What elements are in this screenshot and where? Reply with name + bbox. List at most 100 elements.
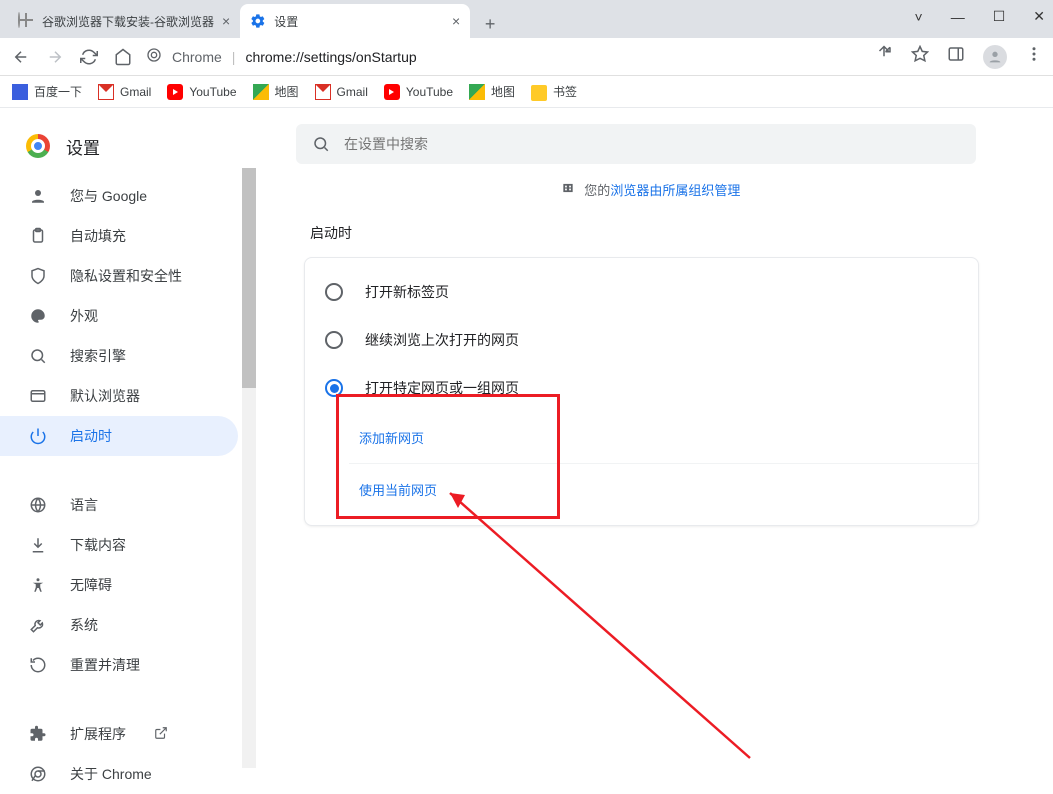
sidebar-item-label: 默认浏览器 — [70, 386, 140, 406]
globe-icon — [18, 13, 34, 29]
power-icon — [28, 427, 48, 445]
settings-main-content: 您的浏览器由所属组织管理 启动时 打开新标签页 继续浏览上次打开的网页 打开特定… — [256, 108, 1053, 768]
sidebar-item-label: 外观 — [70, 306, 98, 326]
gmail-icon — [315, 84, 331, 100]
window-close-button[interactable]: ✕ — [1033, 8, 1045, 25]
sidebar-item-privacy[interactable]: 隐私设置和安全性 — [0, 256, 238, 296]
sidebar-item-search-engine[interactable]: 搜索引擎 — [0, 336, 238, 376]
bookmark-item[interactable]: YouTube — [167, 84, 236, 100]
sidebar-item-system[interactable]: 系统 — [0, 605, 238, 645]
maps-icon — [253, 84, 269, 100]
download-icon — [28, 536, 48, 554]
gmail-icon — [98, 84, 114, 100]
radio-option-specific-pages[interactable]: 打开特定网页或一组网页 — [305, 364, 978, 412]
sidebar-item-label: 关于 Chrome — [70, 764, 152, 784]
window-minimize-button[interactable]: — — [951, 9, 965, 25]
add-new-page-link[interactable]: 添加新网页 — [349, 412, 978, 463]
back-button[interactable] — [10, 46, 32, 68]
bookmark-item[interactable]: 地图 — [253, 83, 299, 100]
radio-label: 继续浏览上次打开的网页 — [365, 330, 519, 350]
browser-tab[interactable]: 谷歌浏览器下载安装-谷歌浏览器 × — [8, 4, 240, 38]
bookmarks-bar: 百度一下 Gmail YouTube 地图 Gmail YouTube 地图 书… — [0, 76, 1053, 108]
radio-option-continue[interactable]: 继续浏览上次打开的网页 — [305, 316, 978, 364]
extension-icon — [28, 725, 48, 743]
external-link-icon — [154, 726, 168, 743]
radio-option-new-tab[interactable]: 打开新标签页 — [305, 268, 978, 316]
forward-button[interactable] — [44, 46, 66, 68]
bookmark-label: Gmail — [120, 85, 151, 99]
sidebar-scrollbar[interactable] — [242, 168, 256, 768]
radio-icon — [325, 283, 343, 301]
side-panel-icon[interactable] — [947, 45, 965, 68]
sidebar-item-label: 无障碍 — [70, 575, 112, 595]
share-icon[interactable] — [875, 45, 893, 68]
sidebar-item-label: 搜索引擎 — [70, 346, 126, 366]
bookmark-label: Gmail — [337, 85, 368, 99]
sidebar-item-appearance[interactable]: 外观 — [0, 296, 238, 336]
bookmark-label: 地图 — [491, 83, 515, 100]
bookmark-item[interactable]: 百度一下 — [12, 83, 82, 100]
bookmark-item[interactable]: Gmail — [98, 84, 151, 100]
sidebar-item-autofill[interactable]: 自动填充 — [0, 216, 238, 256]
youtube-icon — [167, 84, 183, 100]
sidebar-item-label: 您与 Google — [70, 186, 147, 206]
tab-strip: 谷歌浏览器下载安装-谷歌浏览器 × 设置 × + — [0, 0, 1053, 38]
managed-link[interactable]: 浏览器由所属组织管理 — [610, 183, 740, 198]
address-scheme: Chrome — [172, 49, 222, 65]
settings-header: 设置 — [0, 118, 1053, 174]
sidebar-item-label: 系统 — [70, 615, 98, 635]
youtube-icon — [384, 84, 400, 100]
browser-tab-active[interactable]: 设置 × — [240, 4, 470, 38]
bookmark-item[interactable]: 书签 — [531, 83, 577, 101]
address-bar[interactable]: Chrome | chrome://settings/onStartup — [146, 47, 863, 66]
bookmark-label: 书签 — [553, 83, 577, 100]
bookmark-label: 百度一下 — [34, 83, 82, 100]
sidebar-item-accessibility[interactable]: 无障碍 — [0, 565, 238, 605]
sidebar-item-label: 隐私设置和安全性 — [70, 266, 182, 286]
sidebar-item-extensions[interactable]: 扩展程序 — [0, 714, 238, 754]
radio-icon — [325, 331, 343, 349]
home-button[interactable] — [112, 46, 134, 68]
bookmark-item[interactable]: YouTube — [384, 84, 453, 100]
sidebar-item-reset[interactable]: 重置并清理 — [0, 645, 238, 685]
use-current-pages-link[interactable]: 使用当前网页 — [349, 463, 978, 515]
clipboard-icon — [28, 227, 48, 245]
sidebar-item-label: 扩展程序 — [70, 724, 126, 744]
sidebar-item-you-and-google[interactable]: 您与 Google — [0, 176, 238, 216]
radio-icon — [325, 379, 343, 397]
section-title: 启动时 — [302, 223, 1003, 243]
profile-avatar[interactable] — [983, 45, 1007, 69]
sidebar-item-default-browser[interactable]: 默认浏览器 — [0, 376, 238, 416]
bookmark-item[interactable]: 地图 — [469, 83, 515, 100]
sidebar-item-languages[interactable]: 语言 — [0, 485, 238, 525]
settings-sidebar: 您与 Google 自动填充 隐私设置和安全性 外观 搜索引擎 默认浏览器 启动… — [0, 108, 256, 768]
sidebar-item-label: 启动时 — [70, 426, 112, 446]
chrome-logo-icon — [26, 134, 50, 158]
sidebar-item-about-chrome[interactable]: 关于 Chrome — [0, 754, 238, 794]
window-maximize-button[interactable]: ☐ — [993, 8, 1006, 25]
accessibility-icon — [28, 576, 48, 594]
sidebar-item-on-startup[interactable]: 启动时 — [0, 416, 238, 456]
tab-close-icon[interactable]: × — [222, 13, 230, 29]
window-dropdown-icon[interactable]: ˅ — [915, 9, 923, 25]
new-tab-button[interactable]: + — [476, 10, 504, 38]
bookmark-star-icon[interactable] — [911, 45, 929, 68]
managed-notice: 您的浏览器由所属组织管理 — [298, 180, 1003, 199]
tab-close-icon[interactable]: × — [452, 13, 460, 29]
startup-options-card: 打开新标签页 继续浏览上次打开的网页 打开特定网页或一组网页 添加新网页 使用当… — [304, 257, 979, 526]
sidebar-item-label: 语言 — [70, 495, 98, 515]
sidebar-item-label: 自动填充 — [70, 226, 126, 246]
shield-icon — [28, 267, 48, 285]
bookmark-label: YouTube — [189, 85, 236, 99]
bookmark-label: YouTube — [406, 85, 453, 99]
bookmark-item[interactable]: Gmail — [315, 84, 368, 100]
reload-button[interactable] — [78, 46, 100, 68]
address-url: chrome://settings/onStartup — [245, 49, 416, 65]
tab-title: 谷歌浏览器下载安装-谷歌浏览器 — [42, 13, 214, 30]
window-controls: ˅ — ☐ ✕ — [915, 8, 1045, 25]
kebab-menu-icon[interactable] — [1025, 45, 1043, 68]
browser-icon — [28, 387, 48, 405]
baidu-icon — [12, 84, 28, 100]
globe-icon — [28, 496, 48, 514]
sidebar-item-downloads[interactable]: 下载内容 — [0, 525, 238, 565]
